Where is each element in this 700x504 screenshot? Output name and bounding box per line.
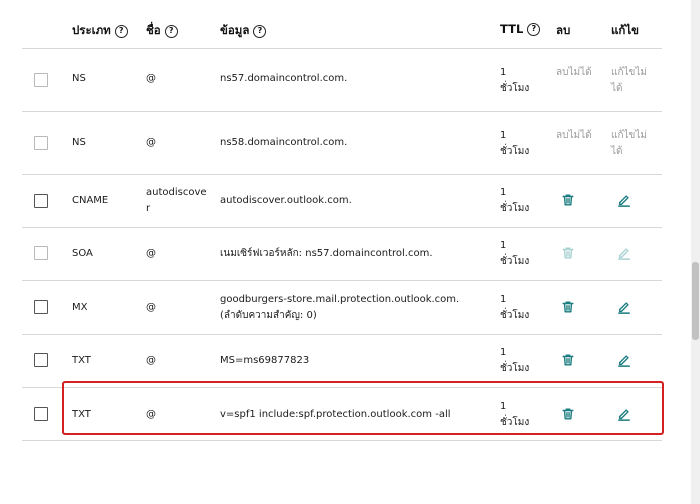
row-checkbox[interactable] — [34, 353, 48, 367]
question-circle-icon[interactable]: ? — [253, 24, 267, 38]
record-data: เนมเซิร์ฟเวอร์หลัก: ns57.domaincontrol.c… — [220, 248, 433, 259]
table-row: CNAME autodiscover autodiscover.outlook.… — [22, 175, 662, 228]
record-data: ns58.domaincontrol.com. — [220, 137, 348, 148]
edit-button-disabled — [617, 246, 631, 260]
record-name: @ — [146, 355, 156, 366]
edit-unavailable-text: แก้ไขไม่ได้ — [611, 130, 647, 157]
trash-icon — [562, 354, 574, 366]
row-checkbox[interactable] — [34, 407, 48, 421]
pencil-icon — [618, 248, 630, 260]
pencil-icon — [618, 355, 630, 367]
row-checkbox[interactable] — [34, 246, 48, 260]
row-checkbox[interactable] — [34, 300, 48, 314]
table-row: NS @ ns57.domaincontrol.com. 1 ชั่วโมง ล… — [22, 49, 662, 112]
edit-button[interactable] — [617, 193, 631, 207]
scrollbar-track[interactable] — [691, 0, 700, 504]
record-data: goodburgers-store.mail.protection.outloo… — [220, 294, 460, 321]
record-ttl: 1 ชั่วโมง — [500, 130, 530, 157]
edit-button[interactable] — [617, 300, 631, 314]
delete-unavailable-text: ลบไม่ได้ — [556, 130, 592, 141]
column-header-edit: แก้ไข — [611, 23, 640, 37]
record-ttl: 1 ชั่วโมง — [500, 294, 530, 321]
record-name: @ — [146, 248, 156, 259]
pencil-icon — [618, 302, 630, 314]
record-type: TXT — [72, 355, 91, 366]
delete-button-disabled — [561, 246, 575, 260]
record-name: autodiscover — [146, 187, 207, 214]
delete-button[interactable] — [561, 353, 575, 367]
record-data: MS=ms69877823 — [220, 355, 310, 366]
edit-button[interactable] — [617, 353, 631, 367]
question-circle-icon[interactable]: ? — [164, 24, 178, 38]
scrollbar-thumb[interactable] — [692, 262, 699, 340]
pencil-icon — [618, 195, 630, 207]
row-checkbox[interactable] — [34, 136, 48, 150]
row-checkbox[interactable] — [34, 73, 48, 87]
edit-unavailable-text: แก้ไขไม่ได้ — [611, 67, 647, 94]
record-ttl: 1 ชั่วโมง — [500, 67, 530, 94]
record-data: ns57.domaincontrol.com. — [220, 73, 348, 84]
table-row: NS @ ns58.domaincontrol.com. 1 ชั่วโมง ล… — [22, 112, 662, 175]
record-name: @ — [146, 137, 156, 148]
record-type: NS — [72, 73, 86, 84]
column-header-data[interactable]: ข้อมูล ? — [220, 22, 267, 40]
record-name: @ — [146, 73, 156, 84]
table-header: ประเภท ? ชื่อ ? ข้อมูล ? TTL ? ลบ แก้ไข — [22, 0, 662, 49]
column-header-delete: ลบ — [556, 23, 571, 37]
highlight-box — [62, 381, 664, 435]
record-type: SOA — [72, 248, 93, 259]
trash-icon — [562, 301, 574, 313]
trash-icon — [562, 194, 574, 206]
record-type: MX — [72, 302, 88, 313]
record-ttl: 1 ชั่วโมง — [500, 347, 530, 374]
table-row: SOA @ เนมเซิร์ฟเวอร์หลัก: ns57.domaincon… — [22, 228, 662, 281]
record-ttl: 1 ชั่วโมง — [500, 187, 530, 214]
delete-unavailable-text: ลบไม่ได้ — [556, 67, 592, 78]
question-circle-icon[interactable]: ? — [114, 24, 128, 38]
delete-button[interactable] — [561, 300, 575, 314]
column-header-name[interactable]: ชื่อ ? — [146, 22, 178, 40]
column-header-type[interactable]: ประเภท ? — [72, 22, 128, 40]
question-circle-icon[interactable]: ? — [527, 22, 541, 36]
table-row: MX @ goodburgers-store.mail.protection.o… — [22, 281, 662, 335]
record-name: @ — [146, 302, 156, 313]
record-ttl: 1 ชั่วโมง — [500, 240, 530, 267]
row-checkbox[interactable] — [34, 194, 48, 208]
record-type: CNAME — [72, 195, 109, 206]
record-data: autodiscover.outlook.com. — [220, 195, 352, 206]
trash-icon — [562, 247, 574, 259]
dns-records-table: ประเภท ? ชื่อ ? ข้อมูล ? TTL ? ลบ แก้ไข … — [22, 0, 662, 441]
column-header-ttl[interactable]: TTL ? — [500, 22, 541, 36]
delete-button[interactable] — [561, 193, 575, 207]
record-type: NS — [72, 137, 86, 148]
